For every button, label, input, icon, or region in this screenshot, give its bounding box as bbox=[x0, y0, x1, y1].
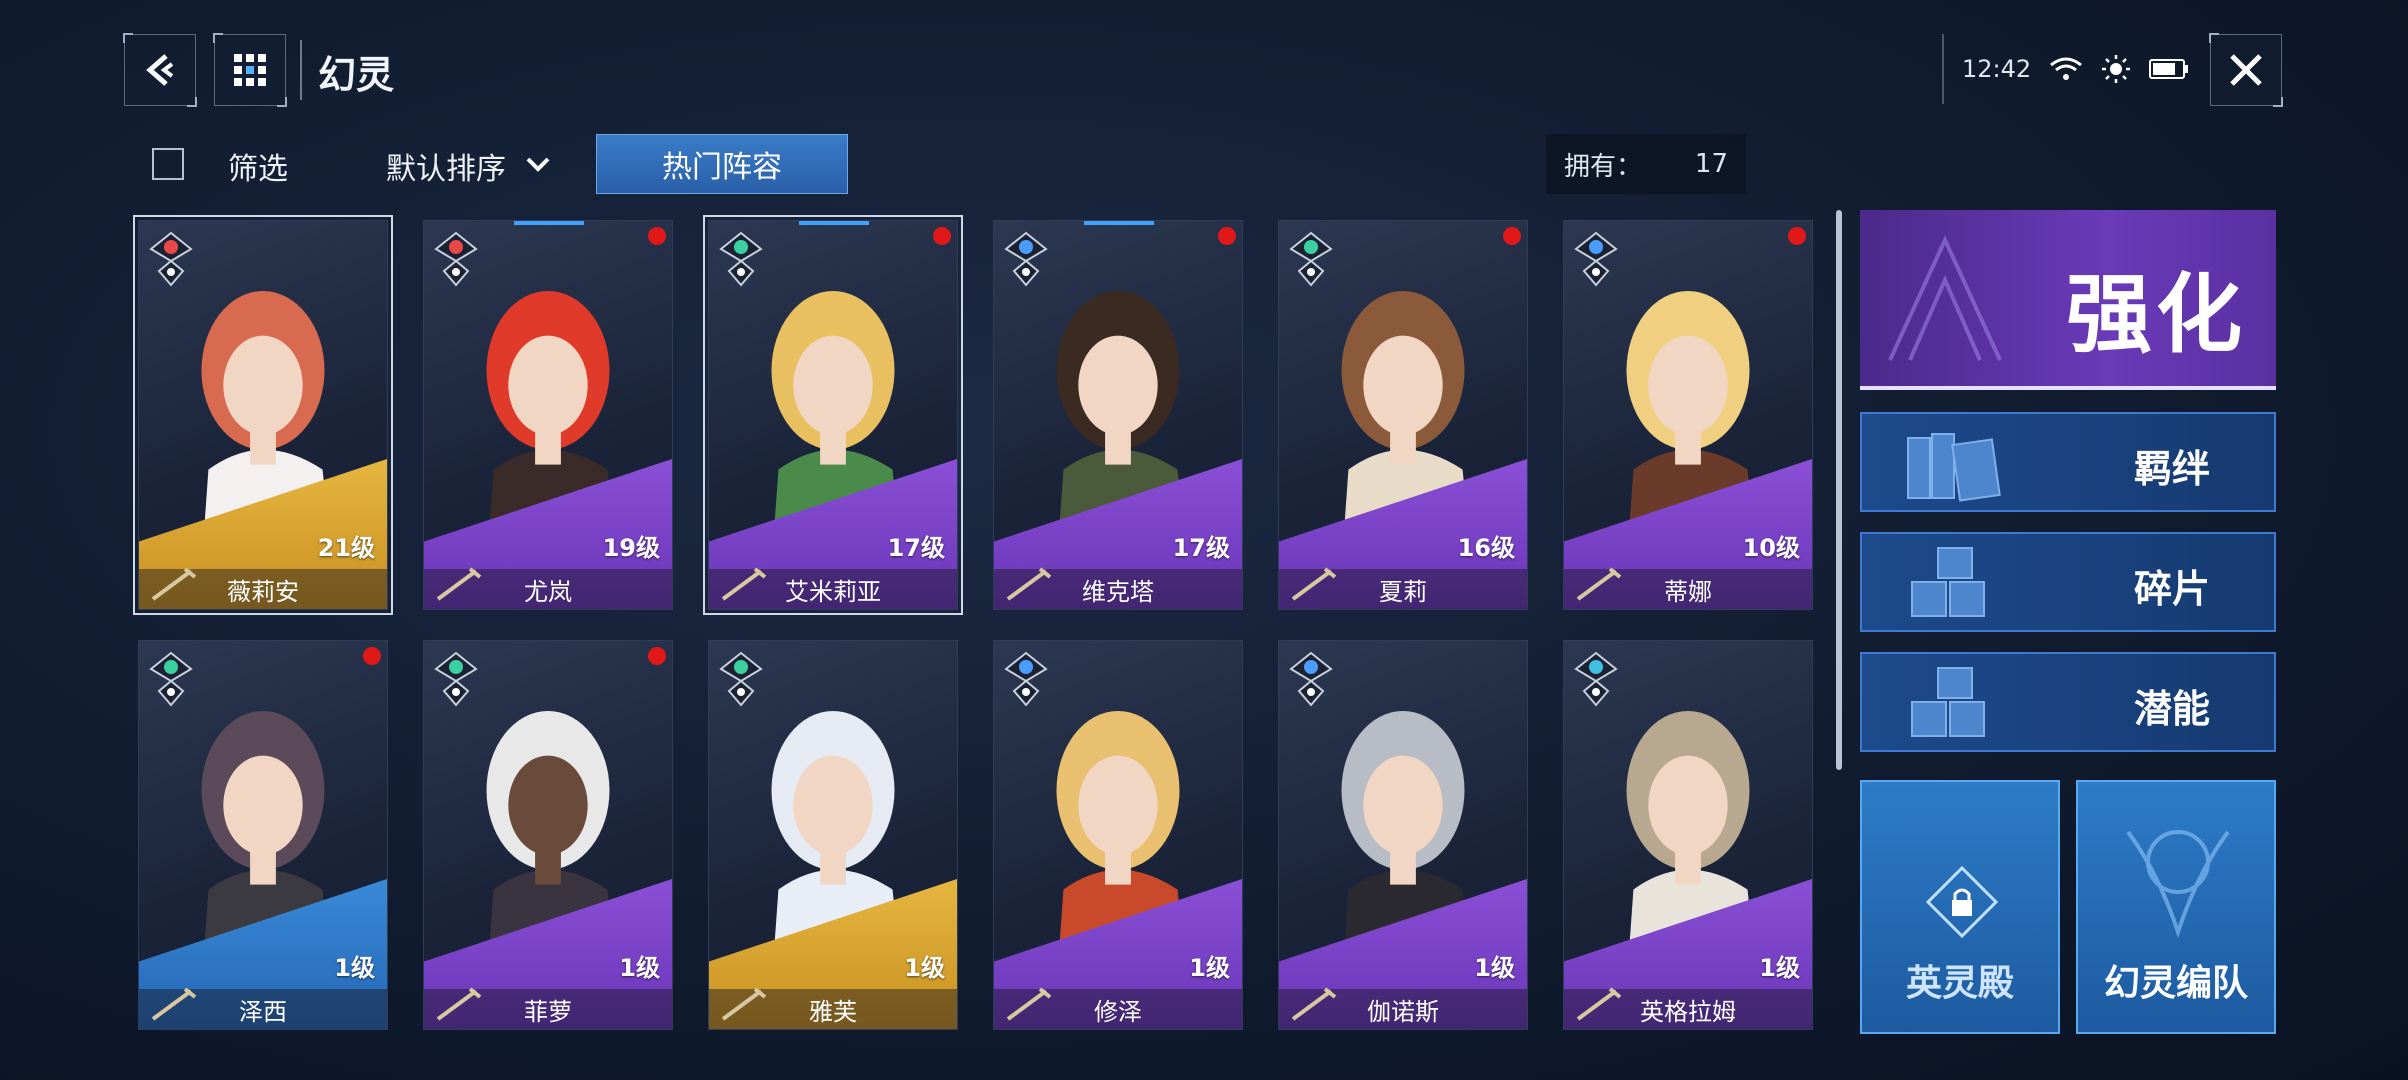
character-card[interactable]: 16级 夏莉 bbox=[1278, 220, 1528, 610]
enhance-button[interactable]: 强化 bbox=[1860, 210, 2276, 390]
weapon-icon bbox=[1291, 567, 1337, 601]
thunder-element-icon bbox=[1004, 231, 1048, 287]
character-level: 19级 bbox=[602, 534, 660, 562]
weapon-icon bbox=[436, 567, 482, 601]
battery-icon bbox=[2149, 59, 2189, 79]
active-indicator bbox=[799, 221, 869, 225]
weapon-icon bbox=[1576, 987, 1622, 1021]
character-level: 17级 bbox=[887, 534, 945, 562]
character-level: 21级 bbox=[317, 534, 375, 562]
character-card[interactable]: 1级 菲萝 bbox=[423, 640, 673, 1030]
active-indicator bbox=[514, 221, 584, 225]
scrollbar[interactable] bbox=[1836, 210, 1842, 770]
character-card[interactable]: 10级 蒂娜 bbox=[1563, 220, 1813, 610]
thunder-element-icon bbox=[1289, 651, 1333, 707]
notification-dot bbox=[933, 227, 951, 245]
weapon-icon bbox=[151, 987, 197, 1021]
wing-emblem-icon bbox=[1888, 235, 2002, 361]
character-card[interactable]: 1级 修泽 bbox=[993, 640, 1243, 1030]
books-icon bbox=[1907, 433, 2001, 502]
owned-count: 17 bbox=[1694, 149, 1728, 179]
weapon-icon bbox=[151, 567, 197, 601]
character-level: 16级 bbox=[1457, 534, 1515, 562]
wind-element-icon bbox=[1289, 231, 1333, 287]
character-level: 1级 bbox=[619, 954, 660, 982]
weapon-icon bbox=[1006, 567, 1052, 601]
character-card[interactable]: 19级 尤岚 bbox=[423, 220, 673, 610]
character-level: 10级 bbox=[1742, 534, 1800, 562]
weapon-icon bbox=[721, 987, 767, 1021]
boxes-icon bbox=[1911, 547, 1985, 617]
owned-label: 拥有： bbox=[1564, 151, 1643, 182]
character-level: 1级 bbox=[1474, 954, 1515, 982]
fire-element-icon bbox=[149, 231, 193, 287]
hall-label: 英灵殿 bbox=[1905, 963, 2014, 1004]
hall-button[interactable]: 英灵殿 bbox=[1860, 780, 2060, 1034]
grid-icon bbox=[234, 54, 266, 86]
wind-element-icon bbox=[719, 651, 763, 707]
chevron-down-icon[interactable] bbox=[524, 150, 552, 178]
wind-element-icon bbox=[149, 651, 193, 707]
fragment-button[interactable]: 碎片 bbox=[1860, 532, 2276, 632]
team-button[interactable]: 幻灵编队 bbox=[2076, 780, 2276, 1034]
character-card[interactable]: 1级 英格拉姆 bbox=[1563, 640, 1813, 1030]
fire-element-icon bbox=[434, 231, 478, 287]
active-indicator bbox=[1084, 221, 1154, 225]
wind-element-icon bbox=[434, 651, 478, 707]
hot-lineup-button[interactable]: 热门阵容 bbox=[596, 134, 848, 194]
notification-dot bbox=[648, 647, 666, 665]
character-card[interactable]: 17级 艾米莉亚 bbox=[703, 215, 963, 615]
character-level: 17级 bbox=[1172, 534, 1230, 562]
notification-dot bbox=[1788, 227, 1806, 245]
weapon-icon bbox=[1576, 567, 1622, 601]
character-card[interactable]: 17级 维克塔 bbox=[993, 220, 1243, 610]
notification-dot bbox=[1503, 227, 1521, 245]
wind-element-icon bbox=[719, 231, 763, 287]
character-card[interactable]: 1级 泽西 bbox=[138, 640, 388, 1030]
page-title: 幻灵 bbox=[318, 53, 395, 97]
thunder-element-icon bbox=[1574, 231, 1618, 287]
weapon-icon bbox=[436, 987, 482, 1021]
bond-label: 羁绊 bbox=[2133, 447, 2210, 491]
potential-label: 潜能 bbox=[2133, 687, 2210, 731]
team-label: 幻灵编队 bbox=[2103, 963, 2248, 1004]
close-icon bbox=[2230, 54, 2262, 86]
sort-dropdown[interactable]: 默认排序 bbox=[386, 144, 506, 188]
emblem-icon bbox=[2126, 830, 2230, 939]
character-level: 1级 bbox=[334, 954, 375, 982]
fragment-label: 碎片 bbox=[2133, 567, 2210, 611]
character-level: 1级 bbox=[1189, 954, 1230, 982]
weapon-icon bbox=[721, 567, 767, 601]
character-card[interactable]: 1级 雅芙 bbox=[708, 640, 958, 1030]
brightness-icon bbox=[2102, 55, 2131, 83]
close-button[interactable] bbox=[2209, 33, 2283, 107]
lock-icon bbox=[1926, 866, 1998, 938]
menu-grid-button[interactable] bbox=[213, 33, 287, 107]
character-level: 1级 bbox=[904, 954, 945, 982]
weapon-icon bbox=[1291, 987, 1337, 1021]
character-card[interactable]: 1级 伽诺斯 bbox=[1278, 640, 1528, 1030]
water-element-icon bbox=[1574, 651, 1618, 707]
character-level: 1级 bbox=[1759, 954, 1800, 982]
enhance-label: 强化 bbox=[2066, 265, 2246, 365]
filter-checkbox[interactable] bbox=[152, 148, 184, 180]
notification-dot bbox=[363, 647, 381, 665]
bond-button[interactable]: 羁绊 bbox=[1860, 412, 2276, 512]
thunder-element-icon bbox=[1004, 651, 1048, 707]
crates-icon bbox=[1911, 667, 1985, 737]
notification-dot bbox=[648, 227, 666, 245]
notification-dot bbox=[1218, 227, 1236, 245]
owned-counter: 拥有： 17 bbox=[1546, 134, 1746, 194]
header-divider bbox=[300, 40, 302, 100]
weapon-icon bbox=[1006, 987, 1052, 1021]
wifi-icon bbox=[2050, 57, 2083, 80]
filter-label[interactable]: 筛选 bbox=[228, 144, 288, 188]
character-card[interactable]: 21级 薇莉安 bbox=[133, 215, 393, 615]
potential-button[interactable]: 潜能 bbox=[1860, 652, 2276, 752]
back-arrow-icon bbox=[146, 54, 174, 86]
clock: 12:42 bbox=[1962, 55, 2032, 83]
back-button[interactable] bbox=[123, 33, 197, 107]
